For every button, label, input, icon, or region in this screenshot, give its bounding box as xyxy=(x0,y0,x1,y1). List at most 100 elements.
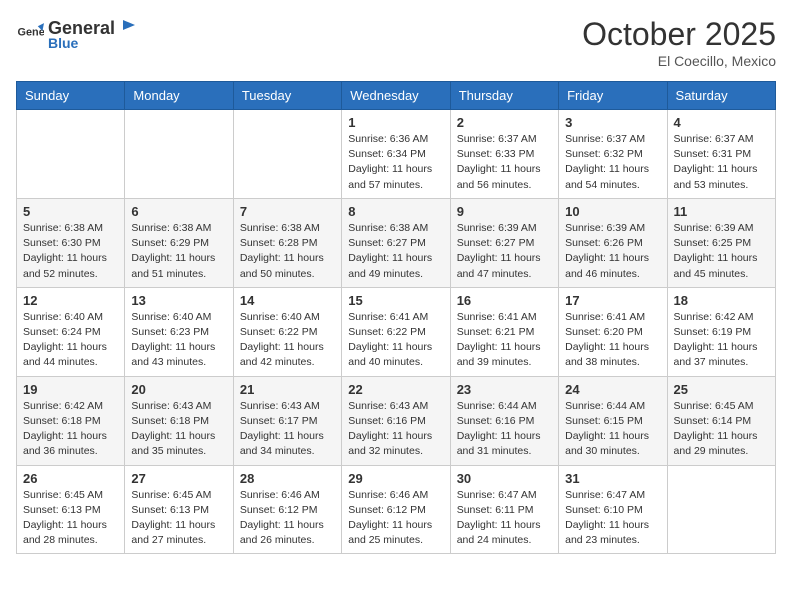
day-number: 20 xyxy=(131,382,226,397)
week-row-2: 5 Sunrise: 6:38 AMSunset: 6:30 PMDaylight… xyxy=(17,198,776,287)
day-cell: 30 Sunrise: 6:47 AMSunset: 6:11 PMDayligh… xyxy=(450,465,558,554)
day-number: 19 xyxy=(23,382,118,397)
day-cell: 21 Sunrise: 6:43 AMSunset: 6:17 PMDayligh… xyxy=(233,376,341,465)
day-info: Sunrise: 6:40 AMSunset: 6:23 PMDaylight:… xyxy=(131,310,226,371)
day-cell: 5 Sunrise: 6:38 AMSunset: 6:30 PMDaylight… xyxy=(17,198,125,287)
day-cell: 24Sunrise: 6:44 AMSunset: 6:15 PMDayligh… xyxy=(559,376,667,465)
day-cell xyxy=(667,465,775,554)
day-cell: 31Sunrise: 6:47 AMSunset: 6:10 PMDayligh… xyxy=(559,465,667,554)
day-number: 28 xyxy=(240,471,335,486)
day-number: 1 xyxy=(348,115,443,130)
day-cell: 9 Sunrise: 6:39 AMSunset: 6:27 PMDaylight… xyxy=(450,198,558,287)
day-info: Sunrise: 6:41 AMSunset: 6:20 PMDaylight:… xyxy=(565,310,660,371)
day-info: Sunrise: 6:45 AMSunset: 6:13 PMDaylight:… xyxy=(131,488,226,549)
column-header-sunday: Sunday xyxy=(17,82,125,110)
day-number: 13 xyxy=(131,293,226,308)
day-cell: 14 Sunrise: 6:40 AMSunset: 6:22 PMDayligh… xyxy=(233,287,341,376)
day-number: 16 xyxy=(457,293,552,308)
column-header-monday: Monday xyxy=(125,82,233,110)
day-info: Sunrise: 6:38 AMSunset: 6:28 PMDaylight:… xyxy=(240,221,335,282)
page-header: General General Blue October 2025 El Coe… xyxy=(16,16,776,69)
day-info: Sunrise: 6:37 AMSunset: 6:32 PMDaylight:… xyxy=(565,132,660,193)
day-cell xyxy=(17,110,125,199)
day-info: Sunrise: 6:43 AMSunset: 6:18 PMDaylight:… xyxy=(131,399,226,460)
day-number: 31 xyxy=(565,471,660,486)
day-cell: 27 Sunrise: 6:45 AMSunset: 6:13 PMDayligh… xyxy=(125,465,233,554)
day-number: 27 xyxy=(131,471,226,486)
day-cell: 17Sunrise: 6:41 AMSunset: 6:20 PMDayligh… xyxy=(559,287,667,376)
day-number: 14 xyxy=(240,293,335,308)
week-row-1: 1 Sunrise: 6:36 AMSunset: 6:34 PMDaylight… xyxy=(17,110,776,199)
day-number: 12 xyxy=(23,293,118,308)
week-row-5: 26 Sunrise: 6:45 AMSunset: 6:13 PMDayligh… xyxy=(17,465,776,554)
day-info: Sunrise: 6:47 AMSunset: 6:11 PMDaylight:… xyxy=(457,488,552,549)
day-info: Sunrise: 6:37 AMSunset: 6:33 PMDaylight:… xyxy=(457,132,552,193)
day-cell: 29Sunrise: 6:46 AMSunset: 6:12 PMDayligh… xyxy=(342,465,450,554)
day-cell: 6Sunrise: 6:38 AMSunset: 6:29 PMDaylight… xyxy=(125,198,233,287)
day-number: 10 xyxy=(565,204,660,219)
day-info: Sunrise: 6:39 AMSunset: 6:26 PMDaylight:… xyxy=(565,221,660,282)
day-number: 7 xyxy=(240,204,335,219)
day-number: 26 xyxy=(23,471,118,486)
day-number: 2 xyxy=(457,115,552,130)
day-cell: 13 Sunrise: 6:40 AMSunset: 6:23 PMDayligh… xyxy=(125,287,233,376)
column-header-saturday: Saturday xyxy=(667,82,775,110)
calendar-table: SundayMondayTuesdayWednesdayThursdayFrid… xyxy=(16,81,776,554)
day-cell: 15 Sunrise: 6:41 AMSunset: 6:22 PMDayligh… xyxy=(342,287,450,376)
day-info: Sunrise: 6:41 AMSunset: 6:22 PMDaylight:… xyxy=(348,310,443,371)
day-info: Sunrise: 6:41 AMSunset: 6:21 PMDaylight:… xyxy=(457,310,552,371)
week-row-4: 19 Sunrise: 6:42 AMSunset: 6:18 PMDayligh… xyxy=(17,376,776,465)
day-number: 22 xyxy=(348,382,443,397)
day-info: Sunrise: 6:46 AMSunset: 6:12 PMDaylight:… xyxy=(240,488,335,549)
day-info: Sunrise: 6:40 AMSunset: 6:22 PMDaylight:… xyxy=(240,310,335,371)
logo-arrow-icon xyxy=(117,16,135,34)
day-cell: 23 Sunrise: 6:44 AMSunset: 6:16 PMDayligh… xyxy=(450,376,558,465)
day-cell: 19 Sunrise: 6:42 AMSunset: 6:18 PMDayligh… xyxy=(17,376,125,465)
day-cell xyxy=(233,110,341,199)
location: El Coecillo, Mexico xyxy=(582,53,776,69)
day-cell xyxy=(125,110,233,199)
day-cell: 22Sunrise: 6:43 AMSunset: 6:16 PMDayligh… xyxy=(342,376,450,465)
column-header-friday: Friday xyxy=(559,82,667,110)
day-cell: 1 Sunrise: 6:36 AMSunset: 6:34 PMDaylight… xyxy=(342,110,450,199)
day-number: 6 xyxy=(131,204,226,219)
day-cell: 11 Sunrise: 6:39 AMSunset: 6:25 PMDayligh… xyxy=(667,198,775,287)
day-cell: 8 Sunrise: 6:38 AMSunset: 6:27 PMDaylight… xyxy=(342,198,450,287)
day-info: Sunrise: 6:43 AMSunset: 6:17 PMDaylight:… xyxy=(240,399,335,460)
day-number: 4 xyxy=(674,115,769,130)
day-number: 15 xyxy=(348,293,443,308)
day-cell: 3Sunrise: 6:37 AMSunset: 6:32 PMDaylight… xyxy=(559,110,667,199)
day-info: Sunrise: 6:42 AMSunset: 6:18 PMDaylight:… xyxy=(23,399,118,460)
day-cell: 25Sunrise: 6:45 AMSunset: 6:14 PMDayligh… xyxy=(667,376,775,465)
day-cell: 10 Sunrise: 6:39 AMSunset: 6:26 PMDayligh… xyxy=(559,198,667,287)
day-number: 23 xyxy=(457,382,552,397)
day-number: 11 xyxy=(674,204,769,219)
day-info: Sunrise: 6:44 AMSunset: 6:16 PMDaylight:… xyxy=(457,399,552,460)
day-cell: 12Sunrise: 6:40 AMSunset: 6:24 PMDayligh… xyxy=(17,287,125,376)
month-title: October 2025 xyxy=(582,16,776,53)
day-number: 9 xyxy=(457,204,552,219)
day-cell: 28 Sunrise: 6:46 AMSunset: 6:12 PMDayligh… xyxy=(233,465,341,554)
day-info: Sunrise: 6:45 AMSunset: 6:14 PMDaylight:… xyxy=(674,399,769,460)
day-cell: 20 Sunrise: 6:43 AMSunset: 6:18 PMDayligh… xyxy=(125,376,233,465)
day-number: 8 xyxy=(348,204,443,219)
day-number: 21 xyxy=(240,382,335,397)
day-number: 18 xyxy=(674,293,769,308)
day-info: Sunrise: 6:38 AMSunset: 6:30 PMDaylight:… xyxy=(23,221,118,282)
day-info: Sunrise: 6:37 AMSunset: 6:31 PMDaylight:… xyxy=(674,132,769,193)
day-info: Sunrise: 6:39 AMSunset: 6:27 PMDaylight:… xyxy=(457,221,552,282)
day-info: Sunrise: 6:45 AMSunset: 6:13 PMDaylight:… xyxy=(23,488,118,549)
day-cell: 18Sunrise: 6:42 AMSunset: 6:19 PMDayligh… xyxy=(667,287,775,376)
day-info: Sunrise: 6:36 AMSunset: 6:34 PMDaylight:… xyxy=(348,132,443,193)
day-number: 30 xyxy=(457,471,552,486)
day-number: 24 xyxy=(565,382,660,397)
day-cell: 2 Sunrise: 6:37 AMSunset: 6:33 PMDaylight… xyxy=(450,110,558,199)
day-info: Sunrise: 6:39 AMSunset: 6:25 PMDaylight:… xyxy=(674,221,769,282)
day-cell: 26 Sunrise: 6:45 AMSunset: 6:13 PMDayligh… xyxy=(17,465,125,554)
day-info: Sunrise: 6:38 AMSunset: 6:27 PMDaylight:… xyxy=(348,221,443,282)
logo: General General Blue xyxy=(16,16,137,51)
day-number: 5 xyxy=(23,204,118,219)
day-info: Sunrise: 6:46 AMSunset: 6:12 PMDaylight:… xyxy=(348,488,443,549)
week-row-3: 12Sunrise: 6:40 AMSunset: 6:24 PMDayligh… xyxy=(17,287,776,376)
logo-icon: General xyxy=(16,20,44,48)
